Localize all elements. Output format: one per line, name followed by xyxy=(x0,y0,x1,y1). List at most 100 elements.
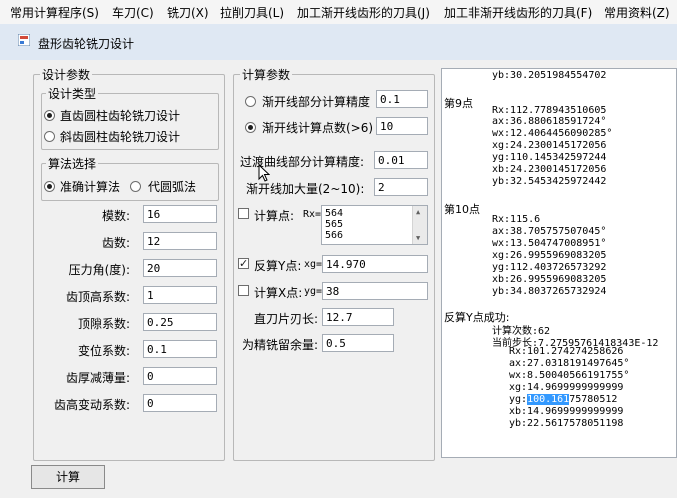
result-line: ax:36.880618591724° xyxy=(492,116,607,127)
menu-milling-cutter[interactable]: 铣刀(X) xyxy=(167,4,209,21)
exact-method-label[interactable]: 准确计算法 xyxy=(60,178,120,195)
involute-points-radio[interactable] xyxy=(245,122,256,133)
calc-x-label[interactable]: 计算X点: xyxy=(254,284,302,301)
result-line: xb:24.2300145172056 xyxy=(492,164,607,175)
thickness-reduction-label: 齿厚减薄量: xyxy=(65,371,130,385)
involute-precision-label[interactable]: 渐开线部分计算精度 xyxy=(262,93,370,110)
result-line: xb:26.9955969083205 xyxy=(492,274,607,285)
result-line: yb:30.2051984554702 xyxy=(492,70,607,81)
scroll-up-icon[interactable]: ▲ xyxy=(416,208,420,216)
calc-params-title: 计算参数 xyxy=(240,66,293,83)
window-icon xyxy=(18,34,30,46)
straight-gear-radio[interactable] xyxy=(44,110,55,121)
rx-label: Rx= xyxy=(303,209,322,220)
yg-rest: 75780512 xyxy=(569,394,618,405)
arc-method-radio[interactable] xyxy=(130,181,141,192)
window-title: 盘形齿轮铣刀设计 xyxy=(38,37,135,51)
height-change-coef-input[interactable]: 0 xyxy=(143,394,217,412)
result-line: xg:26.9955969083205 xyxy=(492,250,607,261)
list-item: 564 xyxy=(325,208,344,219)
design-params-title: 设计参数 xyxy=(40,66,93,83)
calc-x-input[interactable]: 38 xyxy=(322,282,428,300)
result-line: ax:38.705757507045° xyxy=(492,226,607,237)
shift-coef-input[interactable]: 0.1 xyxy=(143,340,217,358)
helical-gear-radio[interactable] xyxy=(44,131,55,142)
menu-bar: 常用计算程序(S) 车刀(C) 铣刀(X) 拉削刀具(L) 加工渐开线齿形的刀具… xyxy=(0,0,677,25)
transition-precision-input[interactable]: 0.01 xyxy=(374,151,428,169)
result-line: Rx:101.274274258626 xyxy=(509,346,624,357)
inverse-y-xg-label: xg= xyxy=(304,259,323,270)
result-line: yb:22.5617578051198 xyxy=(509,418,624,429)
selected-text[interactable]: 100.161 xyxy=(527,394,570,405)
point-10-title: 第10点 xyxy=(444,203,480,216)
result-line: yb:32.5453425972442 xyxy=(492,176,607,187)
arc-method-label[interactable]: 代圆弧法 xyxy=(148,178,196,195)
mouse-cursor-icon xyxy=(258,164,270,182)
point-9-title: 第9点 xyxy=(444,97,473,110)
result-line: Rx:112.778943510605 xyxy=(492,105,607,116)
algorithm-title: 算法选择 xyxy=(46,155,99,172)
involute-precision-input[interactable]: 0.1 xyxy=(376,90,428,108)
blade-length-input[interactable]: 12.7 xyxy=(322,308,394,326)
list-item: 566 xyxy=(325,230,344,241)
module-input[interactable]: 16 xyxy=(143,205,217,223)
addendum-coef-input[interactable]: 1 xyxy=(143,286,217,304)
result-line: Rx:115.6 xyxy=(492,214,541,225)
calculate-button[interactable]: 计算 xyxy=(31,465,105,489)
calc-x-yg-label: yg= xyxy=(304,286,323,297)
results-output[interactable]: yb:30.2051984554702 第9点 Rx:112.778943510… xyxy=(441,68,677,458)
addendum-coef-label: 齿顶高系数: xyxy=(65,290,130,304)
thickness-reduction-input[interactable]: 0 xyxy=(143,367,217,385)
calc-point-label[interactable]: 计算点: xyxy=(254,207,294,224)
calc-point-list[interactable]: 564 565 566 ▲ ▼ xyxy=(321,205,428,245)
shift-coef-label: 变位系数: xyxy=(77,344,130,358)
helical-gear-label[interactable]: 斜齿圆柱齿轮铣刀设计 xyxy=(60,128,180,145)
result-line: xg:24.2300145172056 xyxy=(492,140,607,151)
involute-extension-label: 渐开线加大量(2~10): xyxy=(246,182,365,196)
pressure-angle-input[interactable]: 20 xyxy=(143,259,217,277)
yg-prefix: yg: xyxy=(509,394,528,405)
straight-gear-label[interactable]: 直齿圆柱齿轮铣刀设计 xyxy=(60,107,180,124)
clearance-coef-input[interactable]: 0.25 xyxy=(143,313,217,331)
menu-broach[interactable]: 拉削刀具(L) xyxy=(220,4,284,21)
teeth-input[interactable]: 12 xyxy=(143,232,217,250)
result-line: yg:112.403726573292 xyxy=(492,262,607,273)
menu-non-involute-tools[interactable]: 加工非渐开线齿形的刀具(F) xyxy=(444,4,592,21)
window-title-bar: 盘形齿轮铣刀设计 xyxy=(0,24,677,60)
finish-allowance-input[interactable]: 0.5 xyxy=(322,334,394,352)
result-line: xb:14.9699999999999 xyxy=(509,406,624,417)
menu-reference[interactable]: 常用资料(Z) xyxy=(604,4,670,21)
teeth-label: 齿数: xyxy=(101,236,130,250)
design-type-title: 设计类型 xyxy=(46,85,99,102)
clearance-coef-label: 顶隙系数: xyxy=(77,317,130,331)
inverse-y-input[interactable]: 14.970 xyxy=(322,255,428,273)
calc-point-checkbox[interactable] xyxy=(238,208,249,219)
result-line: wx:12.4064456090285° xyxy=(492,128,613,139)
result-line: yb:34.8037265732924 xyxy=(492,286,607,297)
result-line-yg: yg:100.16175780512 xyxy=(509,394,617,405)
exact-method-radio[interactable] xyxy=(44,181,55,192)
calc-x-checkbox[interactable] xyxy=(238,285,249,296)
result-line: ax:27.0318191497645° xyxy=(509,358,630,369)
blade-length-label: 直刀片刃长: xyxy=(253,312,318,326)
menu-turning-tool[interactable]: 车刀(C) xyxy=(112,4,154,21)
involute-points-label[interactable]: 渐开线计算点数(>6) xyxy=(262,119,373,136)
list-scrollbar[interactable]: ▲ ▼ xyxy=(412,206,427,244)
inverse-y-label[interactable]: 反算Y点: xyxy=(254,257,301,274)
result-line: xg:14.9699999999999 xyxy=(509,382,624,393)
height-change-coef-label: 齿高变动系数: xyxy=(53,398,130,412)
result-line: wx:13.504747008951° xyxy=(492,238,607,249)
finish-allowance-label: 为精铣留余量: xyxy=(241,338,318,352)
menu-involute-tools[interactable]: 加工渐开线齿形的刀具(J) xyxy=(297,4,430,21)
involute-points-input[interactable]: 10 xyxy=(376,117,428,135)
module-label: 模数: xyxy=(101,209,130,223)
scroll-down-icon[interactable]: ▼ xyxy=(416,234,420,242)
list-item: 565 xyxy=(325,219,344,230)
involute-extension-input[interactable]: 2 xyxy=(374,178,428,196)
menu-common-calc[interactable]: 常用计算程序(S) xyxy=(10,4,99,21)
result-line: yg:110.145342597244 xyxy=(492,152,607,163)
inverse-y-checkbox[interactable]: ✓ xyxy=(238,258,249,269)
result-line: wx:8.50040566191755° xyxy=(509,370,630,381)
involute-precision-radio[interactable] xyxy=(245,96,256,107)
pressure-angle-label: 压力角(度): xyxy=(68,263,130,277)
